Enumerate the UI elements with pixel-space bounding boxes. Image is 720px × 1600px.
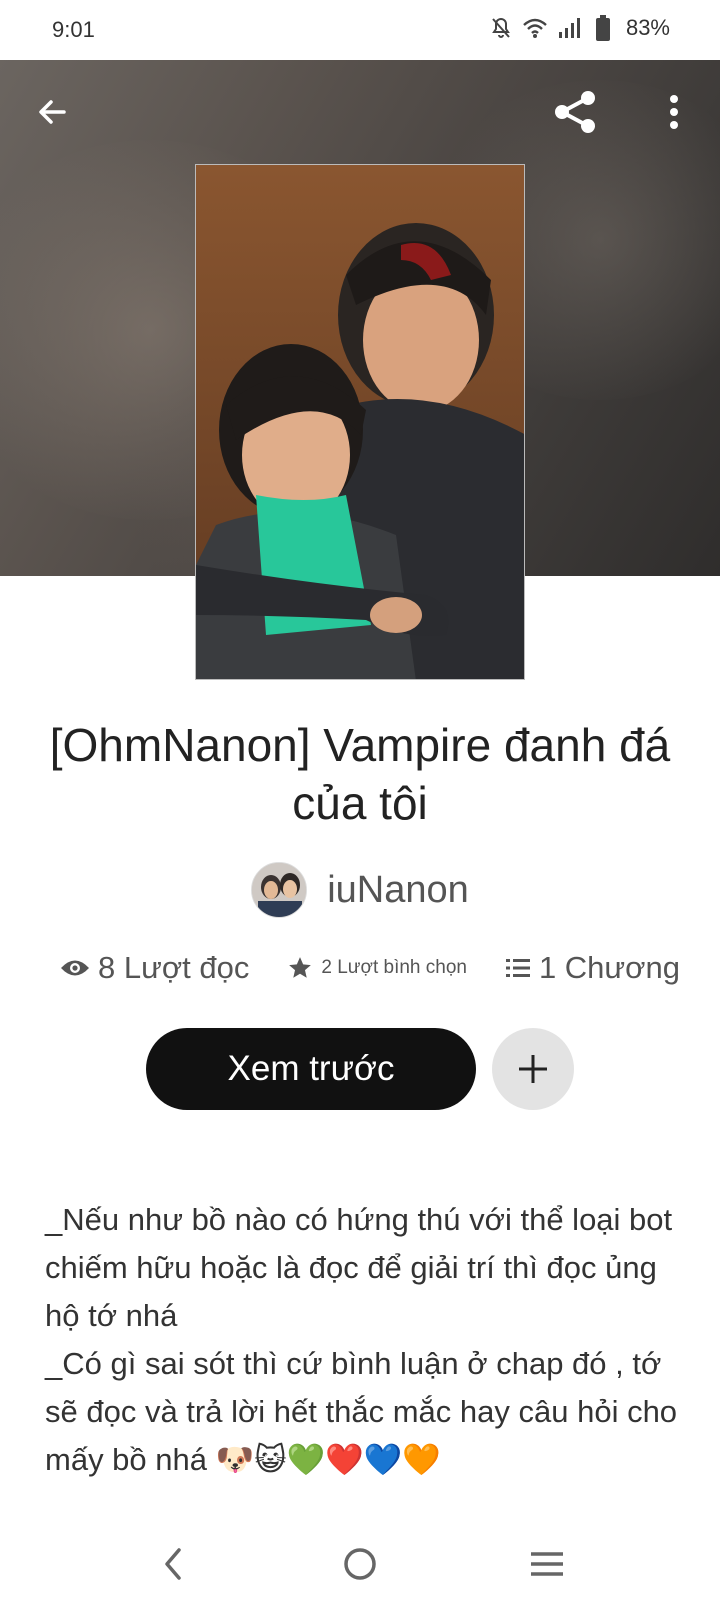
votes-count: 2 Lượt bình chọn xyxy=(321,957,467,978)
battery-percent: 83% xyxy=(625,15,670,40)
share-button[interactable] xyxy=(548,84,604,140)
signal-icon xyxy=(556,14,582,42)
story-cover-image[interactable] xyxy=(195,164,525,680)
reads-count: 8 Lượt đọc xyxy=(98,950,250,985)
nav-back-button[interactable] xyxy=(143,1534,203,1594)
battery-icon xyxy=(590,14,616,42)
more-options-button[interactable] xyxy=(646,84,702,140)
status-time: 9:01 xyxy=(52,17,95,42)
back-arrow-icon xyxy=(39,100,66,124)
author-row[interactable]: iuNanon xyxy=(0,862,720,918)
nav-recents-button[interactable] xyxy=(517,1534,577,1594)
story-description: _Nếu như bồ nào có hứng thú với thể loại… xyxy=(45,1202,678,1477)
story-stats: 8 Lượt đọc 2 Lượt bình chọn 1 Chương xyxy=(60,950,680,986)
nav-recents-icon xyxy=(530,1552,563,1576)
chapters-stat: 1 Chương xyxy=(505,950,680,986)
status-bar: 9:01 83% xyxy=(0,0,720,60)
more-vert-icon xyxy=(670,95,678,129)
action-row: Xem trước xyxy=(146,1028,574,1110)
star-icon xyxy=(289,957,312,978)
nav-home-icon xyxy=(344,1548,376,1580)
mute-bell-icon xyxy=(488,14,514,42)
chapters-count: 1 Chương xyxy=(538,950,680,985)
avatar[interactable] xyxy=(251,862,308,918)
system-nav-bar xyxy=(0,1528,720,1600)
back-button[interactable] xyxy=(24,84,80,140)
eye-icon xyxy=(61,960,89,976)
story-title: [OhmNanon] Vampire đanh đá của tôi xyxy=(49,719,671,829)
preview-button[interactable]: Xem trước xyxy=(146,1028,476,1110)
nav-home-button[interactable] xyxy=(330,1534,390,1594)
status-icons: 83% xyxy=(488,14,670,42)
author-name[interactable]: iuNanon xyxy=(327,869,469,912)
nav-back-icon xyxy=(165,1548,182,1580)
reads-stat: 8 Lượt đọc xyxy=(60,950,249,986)
wifi-icon xyxy=(522,14,548,42)
plus-icon xyxy=(519,1055,547,1083)
list-icon xyxy=(505,959,530,977)
votes-stat: 2 Lượt bình chọn xyxy=(287,955,467,981)
add-to-library-button[interactable] xyxy=(492,1028,574,1110)
share-icon xyxy=(555,91,595,133)
